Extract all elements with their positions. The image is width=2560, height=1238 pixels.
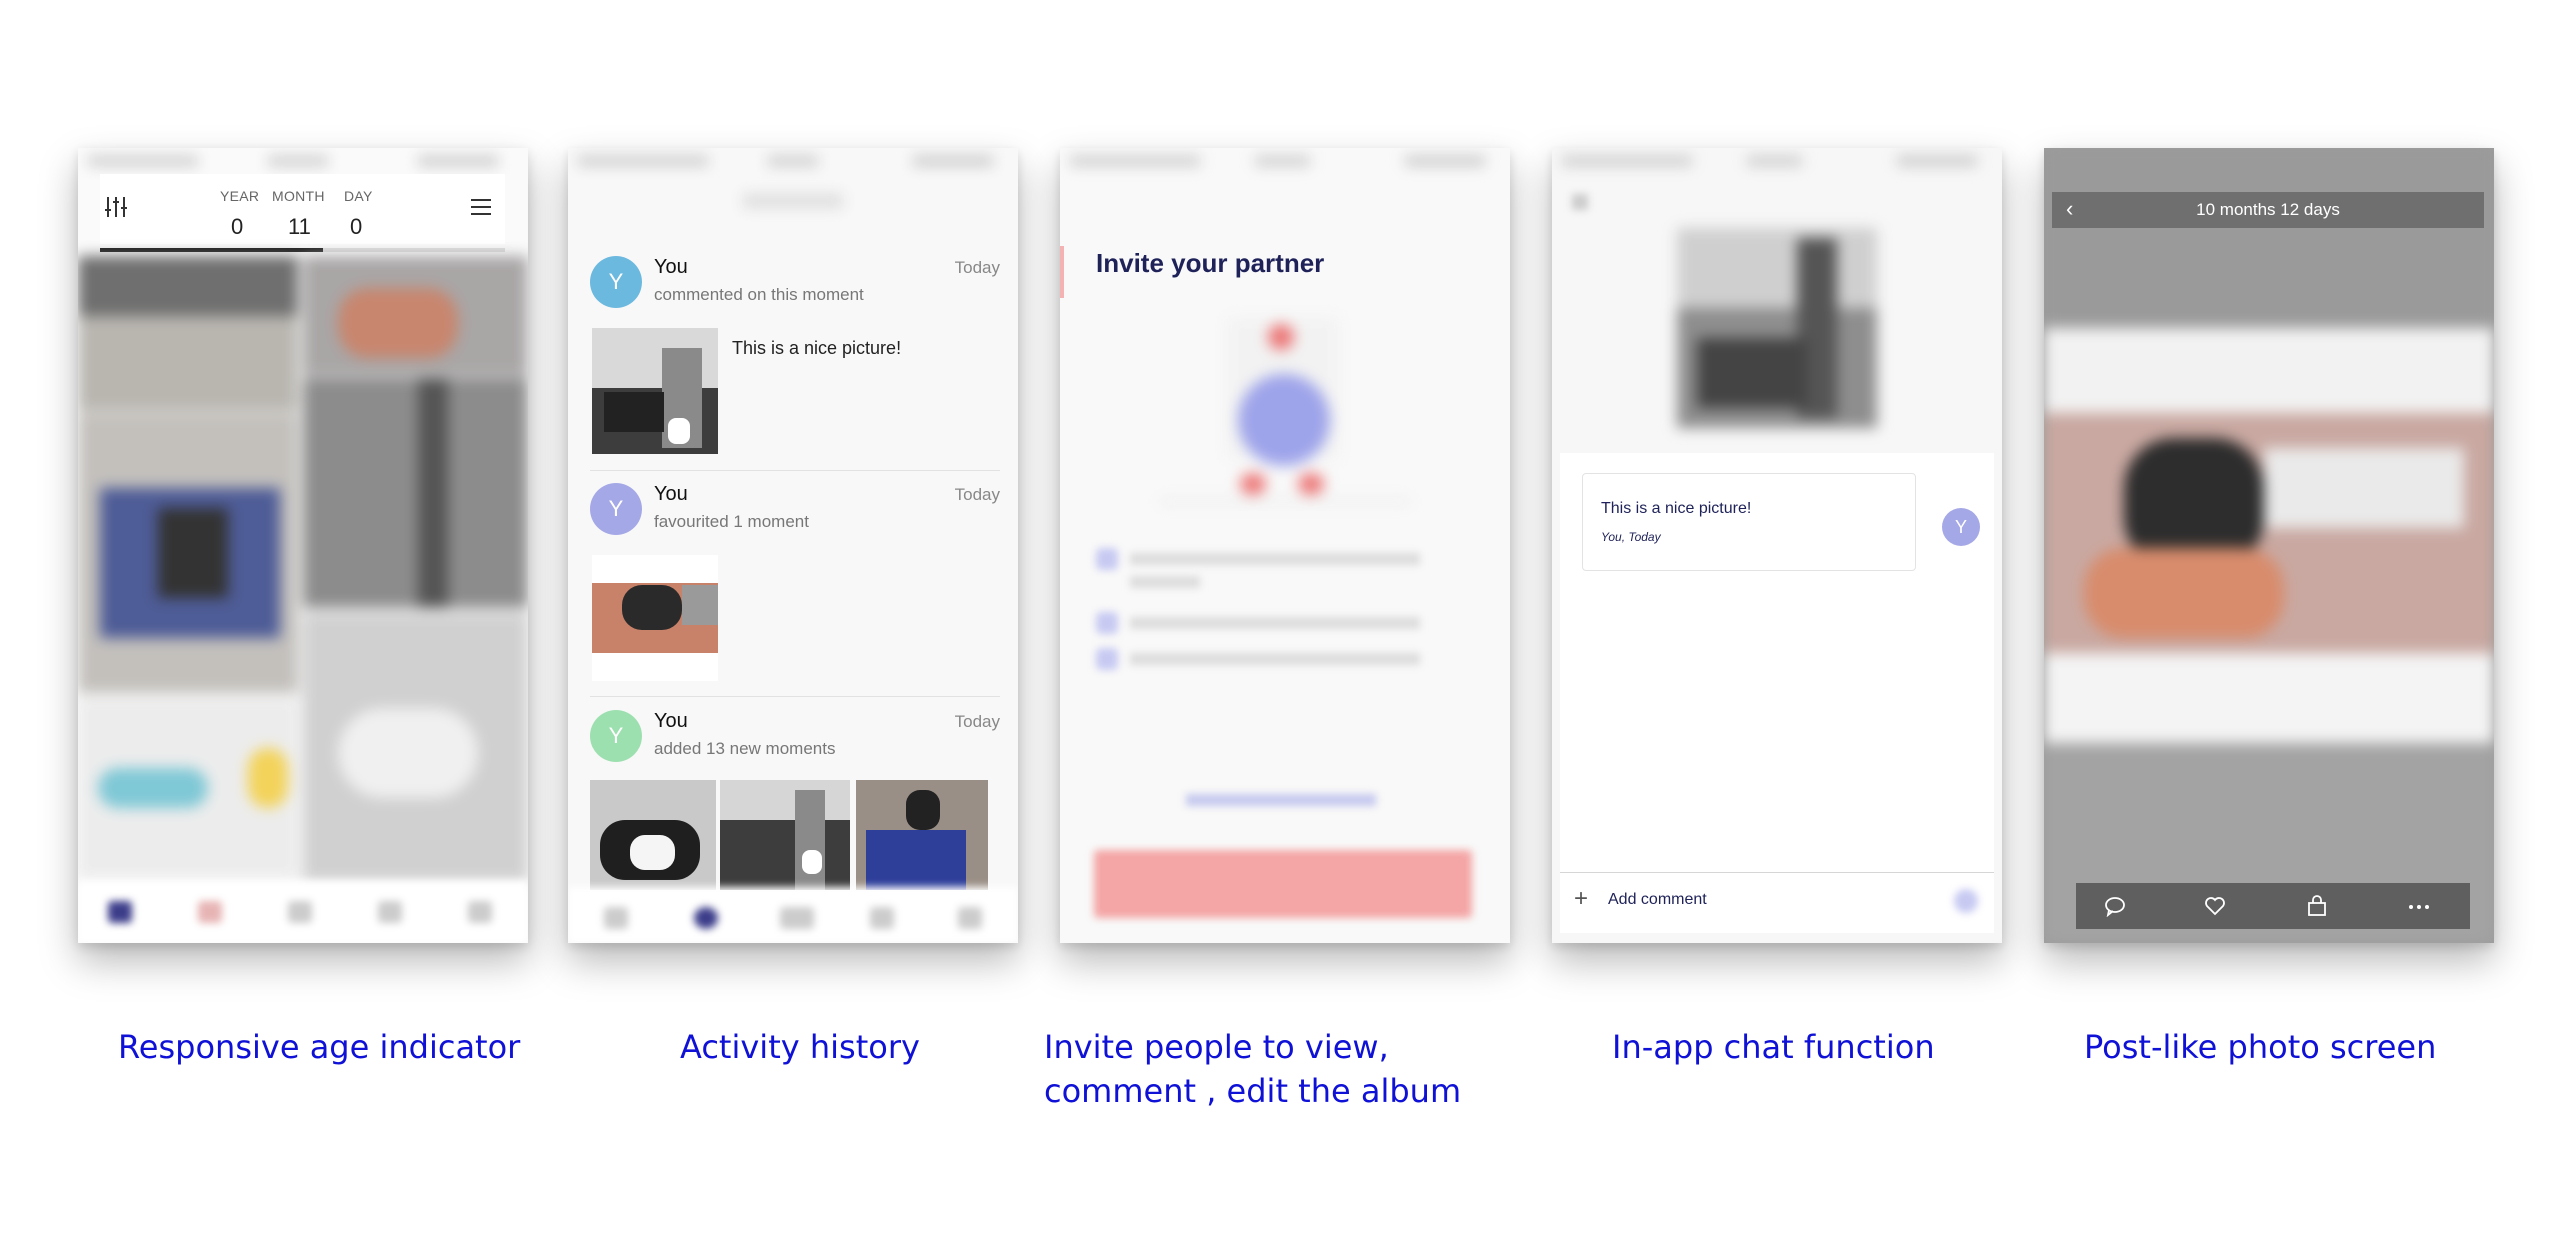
screen-title xyxy=(743,194,843,208)
home-icon[interactable] xyxy=(108,901,132,923)
activity-time: Today xyxy=(954,258,1000,277)
day-label: DAY xyxy=(344,188,373,204)
status-bar xyxy=(1552,148,2002,174)
photo-age-title: 10 months 12 days xyxy=(2196,200,2340,219)
title-accent xyxy=(1060,246,1064,298)
bag-icon[interactable] xyxy=(2306,895,2328,917)
avatar: Y xyxy=(590,256,642,308)
activity-item[interactable]: Y You added 13 new moments Today xyxy=(590,710,1000,890)
invite-title: Invite your partner xyxy=(1096,248,1325,278)
status-bar xyxy=(1060,148,1510,174)
caption-invite-line2: comment , edit the album xyxy=(1044,1072,1462,1110)
chat-screen: This is a nice picture! You, Today Y + A… xyxy=(1552,148,2002,943)
invite-button[interactable] xyxy=(1094,850,1472,918)
activity-user: You xyxy=(654,256,688,278)
avatar: Y xyxy=(590,710,642,762)
invite-screen: Invite your partner xyxy=(1060,148,1510,943)
caption-chat: In-app chat function xyxy=(1612,1028,1935,1066)
day-value: 0 xyxy=(350,214,363,239)
photo-action-bar xyxy=(2076,883,2470,929)
menu-icon[interactable] xyxy=(470,198,492,216)
month-label: MONTH xyxy=(272,188,325,204)
comment-icon[interactable] xyxy=(2104,895,2126,918)
grid-photo[interactable] xyxy=(78,256,298,316)
activity-screen: Y You commented on this moment Today Thi… xyxy=(568,148,1018,943)
divider xyxy=(590,696,1000,697)
activity-action: favourited 1 moment xyxy=(654,512,809,531)
activity-icon[interactable] xyxy=(198,901,222,923)
profile-icon[interactable] xyxy=(378,901,402,923)
settings-icon[interactable] xyxy=(468,901,492,923)
year-value: 0 xyxy=(231,214,244,239)
chat-message-meta: You, Today xyxy=(1601,530,1661,544)
more-icon[interactable] xyxy=(2408,895,2430,917)
caption-photo-screen: Post-like photo screen xyxy=(2084,1028,2437,1066)
age-indicator-screen: YEAR 0 MONTH 11 DAY 0 xyxy=(78,148,528,943)
month-value: 11 xyxy=(288,214,311,239)
activity-action: commented on this moment xyxy=(654,285,864,304)
avatar: Y xyxy=(590,483,642,535)
activity-thumbnail[interactable] xyxy=(856,780,988,890)
send-icon[interactable] xyxy=(1954,889,1978,913)
activity-time: Today xyxy=(954,485,1000,504)
activity-thumbnail[interactable] xyxy=(590,780,716,890)
photo-top-bar: ‹ 10 months 12 days xyxy=(2052,192,2484,228)
add-comment-label: Add comment xyxy=(1608,891,1707,908)
divider xyxy=(590,470,1000,471)
activity-item[interactable]: Y You commented on this moment Today Thi… xyxy=(590,256,1000,466)
heart-icon[interactable] xyxy=(2204,895,2226,917)
settings-icon[interactable] xyxy=(958,907,982,929)
add-icon[interactable] xyxy=(288,901,312,923)
tab-bar xyxy=(78,881,528,943)
caption-activity-history: Activity history xyxy=(680,1028,920,1066)
caption-age-indicator: Responsive age indicator xyxy=(118,1028,521,1066)
age-header: YEAR 0 MONTH 11 DAY 0 xyxy=(100,174,505,244)
status-bar xyxy=(568,148,1018,174)
add-icon[interactable] xyxy=(780,907,814,929)
grid-photo[interactable] xyxy=(303,378,528,608)
chat-photo xyxy=(1677,228,1877,428)
add-icon: + xyxy=(1574,885,1589,912)
chat-message: This is a nice picture! You, Today xyxy=(1582,473,1916,571)
age-progress-bar xyxy=(100,248,505,252)
photo-screen: ‹ 10 months 12 days xyxy=(2044,148,2494,943)
comment-bar[interactable]: + Add comment xyxy=(1560,873,1994,933)
activity-thumbnail[interactable] xyxy=(592,328,718,454)
activity-action: added 13 new moments xyxy=(654,739,836,758)
filter-icon[interactable] xyxy=(104,196,128,218)
activity-comment: This is a nice picture! xyxy=(732,338,902,358)
tab-bar xyxy=(568,887,1018,943)
activity-icon[interactable] xyxy=(694,907,718,929)
status-bar xyxy=(78,148,528,174)
activity-user: You xyxy=(654,483,688,505)
activity-item[interactable]: Y You favourited 1 moment Today xyxy=(590,483,1000,683)
chat-avatar: Y xyxy=(1942,508,1980,546)
chat-message-text: This is a nice picture! xyxy=(1601,500,1752,517)
activity-thumbnail[interactable] xyxy=(592,555,718,681)
back-icon[interactable] xyxy=(1572,194,1588,210)
activity-thumbnail[interactable] xyxy=(720,780,850,890)
caption-invite-line1: Invite people to view, xyxy=(1044,1028,1389,1066)
year-label: YEAR xyxy=(220,188,260,204)
activity-user: You xyxy=(654,710,688,732)
profile-icon[interactable] xyxy=(870,907,894,929)
home-icon[interactable] xyxy=(604,907,628,929)
activity-time: Today xyxy=(954,712,1000,731)
